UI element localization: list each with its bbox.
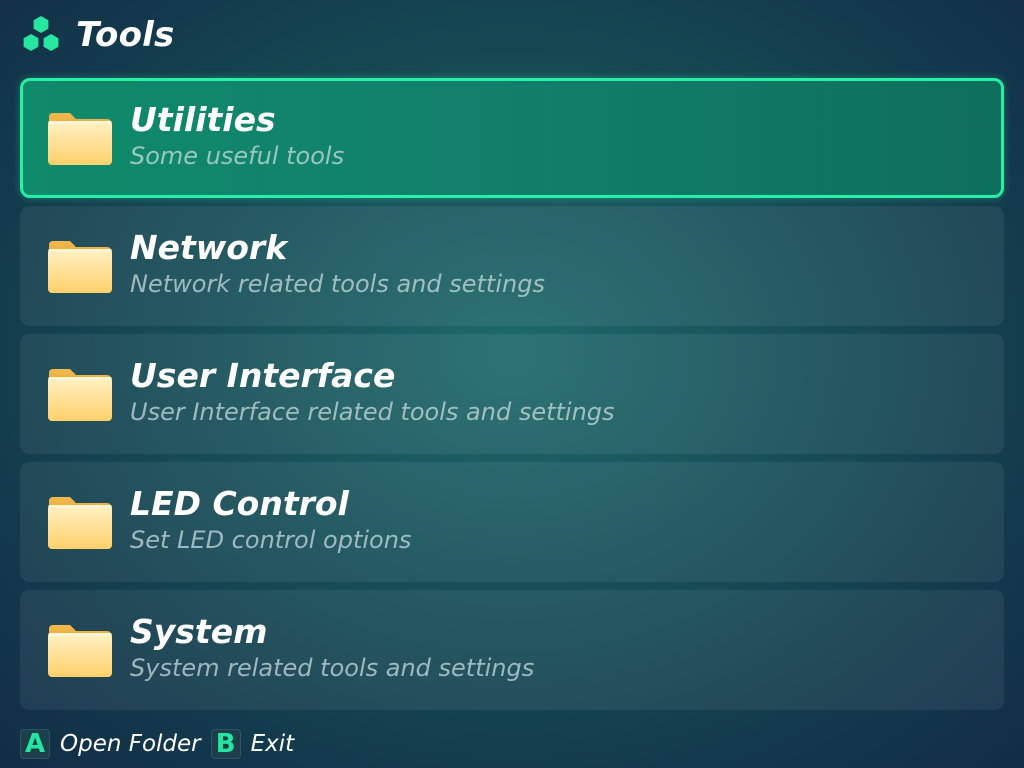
button-hints: A Open Folder B Exit	[20, 728, 304, 760]
item-description: System related tools and settings	[130, 654, 535, 682]
item-label: User Interface	[130, 356, 396, 395]
item-description: Some useful tools	[130, 142, 345, 170]
item-description: Network related tools and settings	[130, 270, 545, 298]
folder-list: Utilities Some useful tools Network Netw…	[20, 78, 1004, 718]
folder-icon	[46, 237, 114, 295]
b-button-icon: B	[210, 729, 241, 759]
item-description: User Interface related tools and setting…	[130, 398, 615, 426]
folder-icon	[46, 493, 114, 551]
folder-icon	[46, 365, 114, 423]
item-label: System	[130, 612, 268, 651]
item-label: Utilities	[130, 100, 276, 139]
folder-icon	[46, 621, 114, 679]
item-label: Network	[130, 228, 288, 267]
folder-icon	[46, 109, 114, 167]
header: Tools	[20, 14, 174, 56]
exit-hint[interactable]: Exit	[251, 731, 295, 757]
hexagon-cluster-icon	[23, 16, 59, 51]
list-item-led-control[interactable]: LED Control Set LED control options	[20, 462, 1004, 582]
list-item-network[interactable]: Network Network related tools and settin…	[20, 206, 1004, 326]
open-folder-hint[interactable]: Open Folder	[60, 731, 201, 757]
list-item-system[interactable]: System System related tools and settings	[20, 590, 1004, 710]
item-description: Set LED control options	[130, 526, 412, 554]
page-title: Tools	[76, 15, 175, 55]
list-item-utilities[interactable]: Utilities Some useful tools	[20, 78, 1004, 198]
a-button-icon: A	[20, 729, 50, 759]
list-item-user-interface[interactable]: User Interface User Interface related to…	[20, 334, 1004, 454]
item-label: LED Control	[130, 484, 349, 523]
